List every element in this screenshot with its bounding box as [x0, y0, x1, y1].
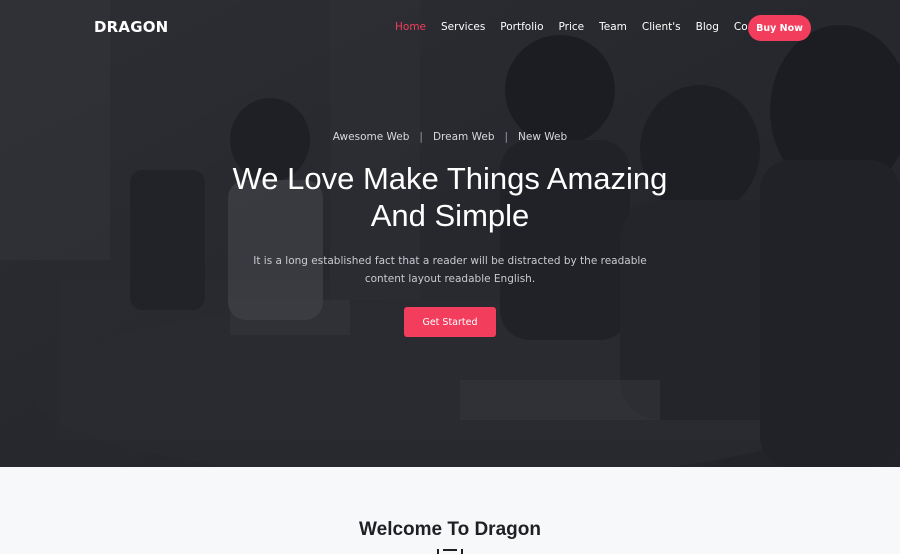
nav-item-team[interactable]: Team [599, 21, 627, 33]
hero-title: We Love Make Things Amazing And Simple [0, 160, 900, 234]
hero-section: DRAGON Home Services Portfolio Price Tea… [0, 0, 900, 467]
nav-item-services[interactable]: Services [441, 21, 485, 33]
title-divider-icon [437, 549, 463, 554]
tagline-awesome-web: Awesome Web [332, 131, 410, 143]
hero-title-line1: We Love Make Things Amazing [232, 161, 668, 196]
nav-item-blog[interactable]: Blog [696, 21, 719, 33]
navbar: DRAGON Home Services Portfolio Price Tea… [0, 0, 900, 56]
get-started-button[interactable]: Get Started [404, 307, 496, 337]
nav-item-portfolio[interactable]: Portfolio [500, 21, 543, 33]
nav-item-price[interactable]: Price [559, 21, 585, 33]
tagline-dream-web: Dream Web [432, 131, 495, 143]
hero-desc-line2: content layout readable English. [364, 273, 536, 285]
hero-title-line2: And Simple [370, 198, 530, 233]
tagline-separator: | [419, 131, 423, 143]
nav-item-home[interactable]: Home [395, 21, 426, 33]
brand-logo[interactable]: DRAGON [94, 18, 168, 36]
welcome-title: Welcome To Dragon [359, 519, 541, 540]
nav-item-clients[interactable]: Client's [642, 21, 681, 33]
hero-taglines: Awesome Web | Dream Web | New Web [0, 131, 900, 143]
nav-menu: Home Services Portfolio Price Team Clien… [395, 21, 790, 33]
buy-now-button[interactable]: Buy Now [748, 15, 811, 41]
tagline-new-web: New Web [518, 131, 568, 143]
hero-description: It is a long established fact that a rea… [0, 252, 900, 288]
tagline-separator: | [504, 131, 509, 143]
hero-desc-line1: It is a long established fact that a rea… [253, 255, 647, 267]
